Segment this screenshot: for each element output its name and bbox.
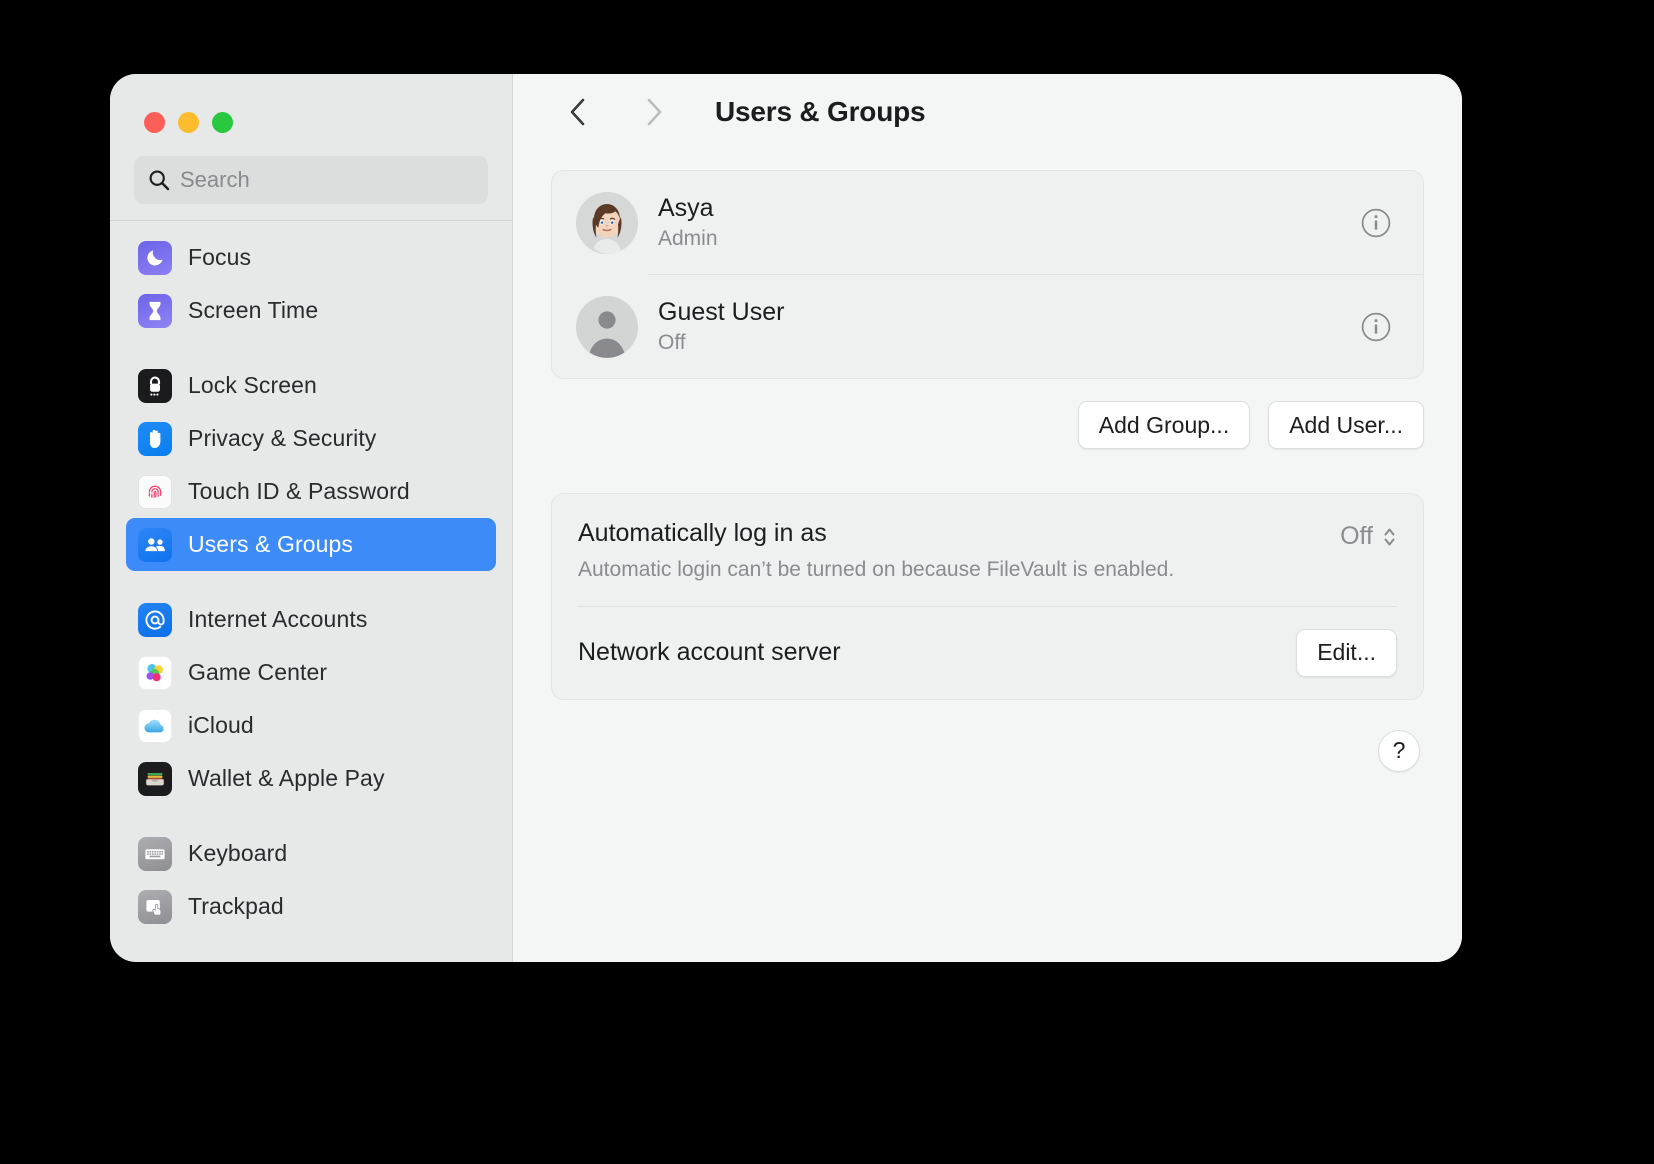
sidebar-item-privacy-security[interactable]: Privacy & Security [126,412,496,465]
moon-icon [138,240,172,275]
person-placeholder-avatar [576,295,638,358]
sidebar-item-label: Users & Groups [188,531,354,557]
user-info: Guest User Off [658,297,1339,356]
auto-login-row: Automatically log in as Automatic login … [552,494,1423,606]
info-icon[interactable] [1359,310,1393,344]
nav-group: Lock Screen Privacy & Security Touch ID … [126,359,496,593]
sidebar-item-keyboard[interactable]: Keyboard [126,827,496,880]
help-row: ? [551,729,1424,772]
hourglass-icon [138,293,172,328]
sidebar-item-wallet-apple-pay[interactable]: Wallet & Apple Pay [126,752,496,805]
user-row-guest[interactable]: Guest User Off [552,275,1423,378]
user-action-buttons: Add Group... Add User... [551,401,1424,449]
auto-login-popup-button[interactable]: Off [1340,522,1397,551]
sidebar-item-game-center[interactable]: Game Center [126,646,496,699]
auto-login-text: Automatically log in as Automatic login … [578,518,1324,584]
info-icon[interactable] [1359,206,1393,240]
sidebar-item-label: Game Center [188,659,328,685]
close-button[interactable] [144,112,165,133]
users-card: Asya Admin Guest User Off [551,170,1424,379]
add-user-button[interactable]: Add User... [1268,401,1424,449]
sidebar-item-trackpad[interactable]: Trackpad [126,880,496,933]
user-info: Asya Admin [658,193,1339,252]
sidebar-item-label: Wallet & Apple Pay [188,765,385,791]
sidebar-item-label: Privacy & Security [188,425,377,451]
back-button[interactable] [547,88,609,136]
fingerprint-icon [138,474,172,509]
lock-icon [138,368,172,403]
search-container [110,150,512,220]
add-group-button[interactable]: Add Group... [1077,401,1251,449]
minimize-button[interactable] [178,112,199,133]
at-sign-icon [138,602,172,637]
sidebar-item-label: iCloud [188,712,254,738]
search-icon [148,169,170,191]
sidebar-item-label: Keyboard [188,840,288,866]
nav-group: Focus Screen Time [126,231,496,359]
user-status: Off [658,330,686,354]
sidebar-item-label: Trackpad [188,893,284,919]
auto-login-title: Automatically log in as [578,519,827,547]
system-settings-window: Focus Screen Time [110,74,1462,962]
main-pane: Users & Groups Asya Admin Guest User Off… [513,74,1462,962]
network-account-server-title: Network account server [578,637,841,666]
nav-group: Internet Accounts Game Center iCloud Wal… [126,593,496,827]
chevron-up-down-icon [1382,524,1397,550]
sidebar-nav: Focus Screen Time Lock Screen Privacy & … [110,221,512,962]
sidebar-item-label: Lock Screen [188,372,317,398]
window-controls [110,74,512,150]
maximize-button[interactable] [212,112,233,133]
search-input[interactable] [180,167,474,193]
auto-login-description: Automatic login can’t be turned on becau… [578,558,1175,582]
user-row-asya[interactable]: Asya Admin [552,171,1423,274]
sidebar-item-users-groups[interactable]: Users & Groups [126,518,496,571]
sidebar-item-touch-id[interactable]: Touch ID & Password [126,465,496,518]
user-status: Admin [658,226,718,250]
network-account-server-row: Network account server Edit... [552,607,1423,699]
sidebar-item-label: Screen Time [188,297,319,323]
sidebar-item-focus[interactable]: Focus [126,231,496,284]
page-title: Users & Groups [715,96,926,127]
sidebar-item-label: Internet Accounts [188,606,368,632]
content-area: Asya Admin Guest User Off Add Group... A… [513,150,1462,962]
sidebar-item-label: Focus [188,244,252,270]
auto-login-value: Off [1340,522,1373,550]
edit-button[interactable]: Edit... [1296,628,1397,677]
login-settings-card: Automatically log in as Automatic login … [551,493,1424,700]
sidebar-item-screen-time[interactable]: Screen Time [126,284,496,337]
hand-icon [138,421,172,456]
sidebar-item-internet-accounts[interactable]: Internet Accounts [126,593,496,646]
memoji-avatar [576,191,638,254]
search-field[interactable] [134,156,488,204]
people-icon [138,527,172,562]
trackpad-icon [138,889,172,924]
cloud-icon [138,708,172,743]
sidebar: Focus Screen Time [110,74,513,962]
sidebar-item-icloud[interactable]: iCloud [126,699,496,752]
user-name: Guest User [658,298,785,327]
nav-group: Keyboard Trackpad [126,827,496,955]
forward-button[interactable] [623,88,685,136]
wallet-icon [138,761,172,796]
game-center-icon [138,655,172,690]
sidebar-item-label: Touch ID & Password [188,478,410,504]
sidebar-item-lock-screen[interactable]: Lock Screen [126,359,496,412]
user-name: Asya [658,194,714,223]
toolbar: Users & Groups [513,74,1462,150]
keyboard-icon [138,836,172,871]
help-button[interactable]: ? [1378,729,1420,772]
